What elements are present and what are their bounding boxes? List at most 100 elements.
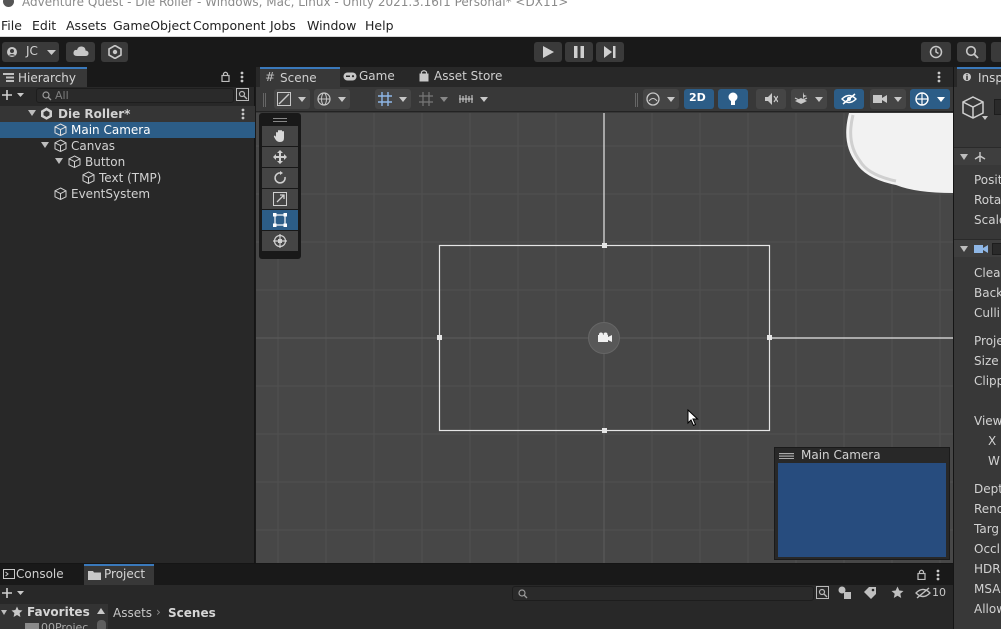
hierarchy-item-label: Button bbox=[85, 155, 126, 169]
expand-arrow-icon[interactable] bbox=[55, 158, 63, 165]
more-menu-icon[interactable] bbox=[240, 71, 244, 83]
scene-viewport[interactable]: Main Camera bbox=[256, 113, 953, 563]
camera-component-header[interactable] bbox=[954, 239, 1001, 257]
lock-icon[interactable] bbox=[221, 71, 230, 82]
scrollbar-thumb[interactable] bbox=[97, 620, 106, 629]
hierarchy-row-eventsystem[interactable]: EventSystem bbox=[0, 186, 255, 202]
tab-hierarchy[interactable]: Hierarchy bbox=[0, 67, 87, 87]
grid-snap-dropdown[interactable] bbox=[375, 89, 411, 109]
tab-scene[interactable]: # Scene bbox=[260, 67, 340, 87]
pause-button[interactable] bbox=[565, 42, 593, 62]
scale-icon bbox=[273, 192, 287, 206]
hierarchy-row-canvas[interactable]: Canvas bbox=[0, 138, 255, 154]
chevron-down-icon bbox=[298, 97, 306, 102]
pause-icon bbox=[574, 46, 584, 58]
project-tree: Favorites 00Projec bbox=[0, 604, 108, 629]
lock-icon[interactable] bbox=[917, 569, 926, 580]
camera-settings-dropdown[interactable] bbox=[870, 89, 906, 109]
tab-asset-store[interactable]: Asset Store bbox=[416, 67, 516, 87]
chevron-down-icon bbox=[894, 97, 902, 102]
tab-inspector[interactable]: Insp bbox=[957, 67, 1001, 87]
grid-visibility-dropdown[interactable] bbox=[416, 89, 452, 109]
render-mode-dropdown[interactable] bbox=[643, 89, 679, 109]
rect-tool-button[interactable] bbox=[262, 210, 298, 230]
favorites-label[interactable]: Favorites bbox=[27, 605, 90, 619]
hierarchy-search-input[interactable]: All bbox=[36, 88, 234, 103]
add-dropdown-icon[interactable] bbox=[2, 588, 26, 598]
menu-component[interactable]: Component bbox=[193, 18, 266, 33]
history-button[interactable] bbox=[921, 42, 951, 62]
breadcrumb-scenes[interactable]: Scenes bbox=[168, 606, 216, 620]
hierarchy-row-text-tmp[interactable]: Text (TMP) bbox=[0, 170, 255, 186]
hierarchy-row-main-camera[interactable]: Main Camera bbox=[0, 122, 255, 138]
toggle-2d-button[interactable]: 2D bbox=[684, 89, 714, 109]
play-button[interactable] bbox=[534, 42, 562, 62]
gizmos-dropdown[interactable] bbox=[910, 89, 950, 109]
project-search-input[interactable] bbox=[512, 586, 814, 601]
scroll-up-icon[interactable] bbox=[97, 608, 105, 614]
shading-dropdown[interactable] bbox=[314, 89, 350, 109]
inspector-field-label: Proje bbox=[974, 334, 1001, 348]
step-button[interactable] bbox=[596, 42, 624, 62]
camera-enabled-checkbox[interactable] bbox=[992, 243, 1001, 255]
scene-search-icon[interactable] bbox=[236, 88, 250, 102]
menu-window[interactable]: Window bbox=[307, 18, 356, 33]
inspector-field-label: Allow bbox=[974, 602, 1001, 616]
expand-arrow-icon[interactable] bbox=[41, 142, 49, 149]
hierarchy-row-button[interactable]: Button bbox=[0, 154, 255, 170]
tag-icon[interactable] bbox=[864, 587, 877, 599]
add-dropdown-icon[interactable] bbox=[2, 90, 26, 100]
collab-button[interactable] bbox=[101, 42, 128, 62]
layers-dropdown[interactable] bbox=[991, 42, 1001, 62]
account-dropdown[interactable]: JC bbox=[2, 42, 59, 62]
hidden-objects-toggle[interactable] bbox=[834, 89, 864, 109]
scale-tool-button[interactable] bbox=[262, 189, 298, 209]
camera-preview-title: Main Camera bbox=[801, 448, 881, 462]
audio-toggle[interactable] bbox=[756, 89, 786, 109]
chevron-down-icon bbox=[815, 97, 823, 102]
more-menu-icon[interactable] bbox=[937, 71, 941, 83]
hidden-packages-toggle[interactable]: 10 bbox=[912, 584, 950, 602]
cloud-button[interactable] bbox=[66, 42, 95, 62]
menu-edit[interactable]: Edit bbox=[32, 18, 56, 33]
tab-game-label: Game bbox=[359, 69, 395, 83]
tab-hierarchy-label: Hierarchy bbox=[18, 71, 77, 85]
menu-jobs[interactable]: Jobs bbox=[270, 18, 296, 33]
tab-project[interactable]: Project bbox=[84, 564, 154, 585]
chevron-down-icon bbox=[440, 97, 448, 102]
draw-mode-dropdown[interactable] bbox=[274, 89, 310, 109]
tab-game[interactable]: Game bbox=[340, 67, 412, 87]
camera-preview-window[interactable]: Main Camera bbox=[774, 447, 950, 560]
move-tool-button[interactable] bbox=[262, 147, 298, 167]
search-button[interactable] bbox=[957, 42, 986, 62]
increment-snap-dropdown[interactable] bbox=[456, 89, 492, 109]
hand-tool-button[interactable] bbox=[262, 126, 298, 146]
star-icon[interactable] bbox=[891, 586, 904, 599]
hierarchy-row-scene[interactable]: Die Roller* bbox=[0, 106, 255, 122]
menu-help[interactable]: Help bbox=[365, 18, 394, 33]
favorites-item[interactable]: 00Projec bbox=[41, 621, 88, 629]
menu-gameobject[interactable]: GameObject bbox=[113, 18, 191, 33]
menu-assets[interactable]: Assets bbox=[66, 18, 107, 33]
search-by-type-icon[interactable] bbox=[816, 586, 830, 600]
expand-arrow-icon[interactable] bbox=[28, 110, 36, 117]
tab-console[interactable]: Console bbox=[0, 564, 84, 585]
expand-arrow-icon[interactable] bbox=[1, 610, 7, 615]
more-menu-icon[interactable] bbox=[241, 108, 245, 120]
camera-gizmo[interactable] bbox=[588, 322, 620, 354]
rotate-tool-button[interactable] bbox=[262, 168, 298, 188]
menu-bar: File Edit Assets GameObject Component Jo… bbox=[0, 12, 1001, 37]
inspector-field-label: Occlu bbox=[974, 542, 1001, 556]
filter-by-type-icon[interactable] bbox=[838, 586, 852, 600]
transform-component-header[interactable] bbox=[954, 147, 1001, 165]
active-checkbox[interactable] bbox=[994, 99, 1001, 115]
gameobject-cube-icon bbox=[68, 155, 81, 168]
menu-file[interactable]: File bbox=[1, 18, 22, 33]
more-menu-icon[interactable] bbox=[936, 569, 940, 581]
transform-tool-button[interactable] bbox=[262, 231, 298, 251]
grid-tab-icon: # bbox=[265, 70, 276, 84]
eye-hidden-icon bbox=[841, 93, 857, 105]
breadcrumb-assets[interactable]: Assets bbox=[113, 606, 152, 620]
lighting-toggle[interactable] bbox=[718, 89, 748, 109]
effects-dropdown[interactable] bbox=[791, 89, 827, 109]
